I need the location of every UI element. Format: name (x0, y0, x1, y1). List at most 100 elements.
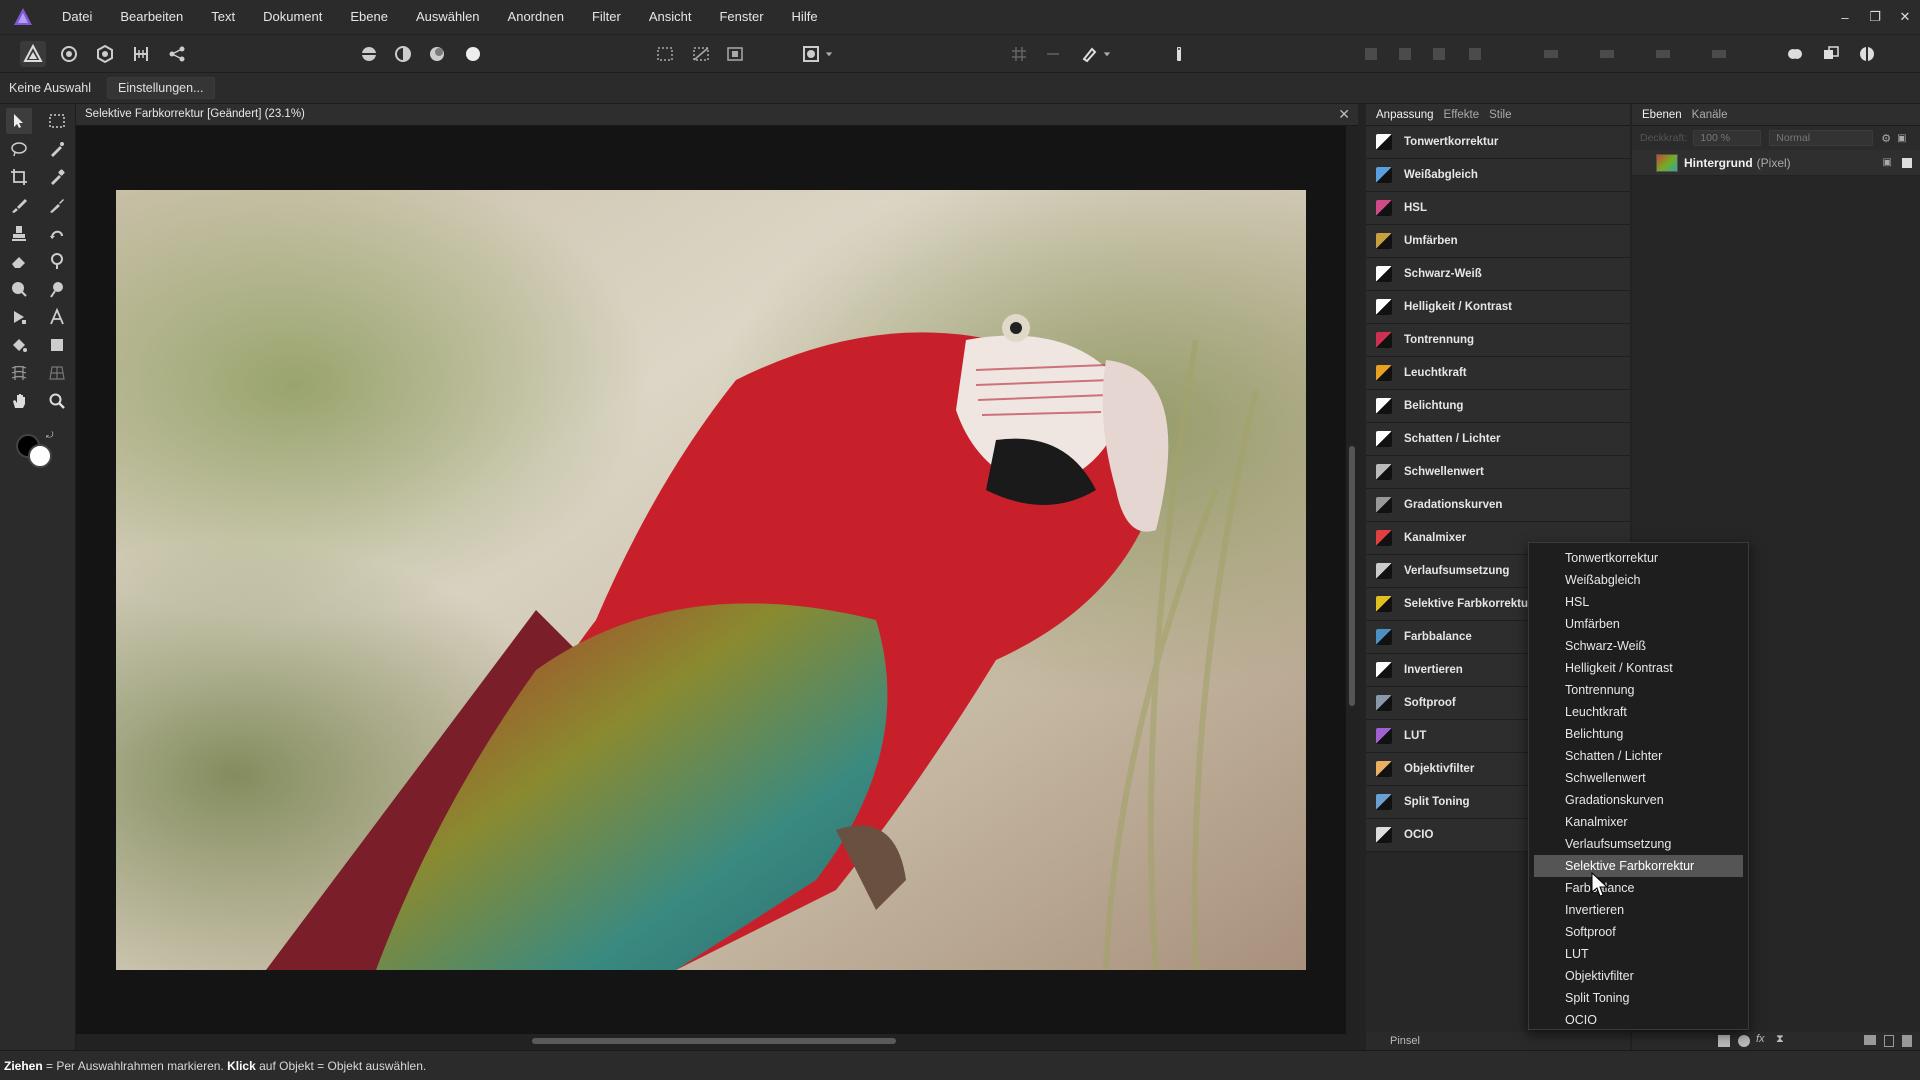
fx-icon[interactable]: fx (1756, 1033, 1765, 1045)
snap-options-icon[interactable] (1040, 41, 1066, 67)
tone-mapping-persona-icon[interactable] (128, 41, 154, 67)
assistant-icon[interactable] (1166, 41, 1192, 67)
dropdown-item[interactable]: Kanalmixer (1529, 811, 1748, 833)
document-tab[interactable]: Selektive Farbkorrektur [Geändert] (23.1… (76, 104, 1358, 126)
quick-mask-dropdown-icon[interactable] (822, 41, 836, 67)
tab-stile[interactable]: Stile (1489, 109, 1511, 121)
vertical-scrollbar-thumb[interactable] (1349, 446, 1355, 706)
blur-tool-icon[interactable] (6, 276, 32, 302)
blend-mode-dropdown[interactable]: Normal (1769, 130, 1874, 146)
arrange-forward-icon[interactable] (1426, 41, 1452, 67)
dropdown-item[interactable]: Schwellenwert (1529, 767, 1748, 789)
vertical-scrollbar[interactable] (1346, 126, 1358, 1034)
freehand-select-tool-icon[interactable] (6, 136, 32, 162)
dropdown-item[interactable]: Objektivfilter (1529, 965, 1748, 987)
auto-contrast-icon[interactable] (390, 41, 416, 67)
auto-levels-icon[interactable] (356, 41, 382, 67)
secondary-color-swatch[interactable] (28, 444, 52, 468)
transform-icon[interactable] (1650, 41, 1676, 67)
menu-ebene[interactable]: Ebene (336, 0, 402, 34)
dropdown-item[interactable]: Tontrennung (1529, 679, 1748, 701)
arrange-backward-icon[interactable] (1392, 41, 1418, 67)
adjustment-item[interactable]: Tontrennung (1366, 324, 1630, 357)
dropdown-item[interactable]: Split Toning (1529, 987, 1748, 1009)
live-filter-icon[interactable]: ⧗ (1776, 1033, 1784, 1046)
flip-icon[interactable] (1706, 41, 1732, 67)
menu-text[interactable]: Text (197, 0, 249, 34)
menu-ansicht[interactable]: Ansicht (635, 0, 706, 34)
boolean-add-icon[interactable] (1782, 41, 1808, 67)
menu-dokument[interactable]: Dokument (249, 0, 336, 34)
adjustment-item[interactable]: Schatten / Lichter (1366, 423, 1630, 456)
dropdown-item[interactable]: Softproof (1529, 921, 1748, 943)
dropdown-item[interactable]: Selektive Farbkorrektur (1534, 855, 1743, 877)
menu-filter[interactable]: Filter (578, 0, 635, 34)
settings-button[interactable]: Einstellungen... (107, 77, 215, 99)
canvas-area[interactable] (76, 126, 1346, 1034)
layer-lock-icon[interactable]: ▣ (1883, 157, 1892, 168)
dropdown-item[interactable]: Tonwertkorrektur (1529, 547, 1748, 569)
arrange-back-icon[interactable] (1358, 41, 1384, 67)
arrange-front-icon[interactable] (1462, 41, 1488, 67)
close-window-button[interactable]: ✕ (1890, 0, 1920, 34)
develop-persona-icon[interactable] (92, 41, 118, 67)
dropdown-item[interactable]: Leuchtkraft (1529, 701, 1748, 723)
mesh-warp-tool-icon[interactable] (6, 360, 32, 386)
menu-datei[interactable]: Datei (48, 0, 106, 34)
dropdown-item[interactable]: Gradationskurven (1529, 789, 1748, 811)
eraser-tool-icon[interactable] (6, 248, 32, 274)
clone-tool-icon[interactable] (6, 220, 32, 246)
perspective-tool-icon[interactable] (44, 360, 70, 386)
lock-icon[interactable]: ▣ (1897, 133, 1906, 144)
group-layers-icon[interactable] (1864, 1035, 1876, 1045)
menu-hilfe[interactable]: Hilfe (778, 0, 832, 34)
marquee-select-icon[interactable] (652, 41, 678, 67)
export-persona-icon[interactable] (164, 41, 190, 67)
deselect-icon[interactable] (688, 41, 714, 67)
horizontal-scrollbar-thumb[interactable] (532, 1038, 896, 1044)
layer-visibility-checkbox[interactable] (1902, 157, 1912, 168)
paint-brush-tool-icon[interactable] (6, 192, 32, 218)
swap-colors-icon[interactable]: ⤾ (46, 430, 54, 441)
dropdown-item[interactable]: Weißabgleich (1529, 569, 1748, 591)
dropdown-item[interactable]: OCIO (1529, 1009, 1748, 1031)
app-logo-icon[interactable] (12, 6, 34, 28)
dropdown-item[interactable]: Schatten / Lichter (1529, 745, 1748, 767)
parrot-photo[interactable] (116, 190, 1306, 970)
adjustment-item[interactable]: Umfärben (1366, 225, 1630, 258)
rect-marquee-tool-icon[interactable] (44, 108, 70, 134)
smudge-tool-icon[interactable] (44, 276, 70, 302)
text-tool-icon[interactable] (44, 304, 70, 330)
dropdown-item[interactable]: Invertieren (1529, 899, 1748, 921)
close-document-icon[interactable]: ✕ (1338, 106, 1350, 123)
adjustment-item[interactable]: Schwellenwert (1366, 456, 1630, 489)
quick-mask-icon[interactable] (798, 41, 824, 67)
tab-effekte[interactable]: Effekte (1444, 109, 1480, 121)
distribute-icon[interactable] (1594, 41, 1620, 67)
horizontal-scrollbar[interactable] (76, 1034, 1358, 1048)
node-tool-icon[interactable] (6, 304, 32, 330)
delete-layer-icon[interactable] (1902, 1035, 1912, 1047)
color-swatches[interactable]: ⤾ (16, 430, 60, 470)
minimize-button[interactable]: – (1830, 0, 1860, 34)
move-tool-icon[interactable] (6, 108, 32, 134)
dropdown-item[interactable]: HSL (1529, 591, 1748, 613)
snapping-magnet-icon[interactable] (1076, 41, 1102, 67)
dropdown-item[interactable]: Schwarz-Weiß (1529, 635, 1748, 657)
adjustment-layer-icon[interactable] (1738, 1035, 1750, 1047)
adjustment-item[interactable]: Schwarz-Weiß (1366, 258, 1630, 291)
dropdown-item[interactable]: Verlaufsumsetzung (1529, 833, 1748, 855)
adjustment-item[interactable]: HSL (1366, 192, 1630, 225)
undo-brush-tool-icon[interactable] (44, 220, 70, 246)
dropdown-item[interactable]: Belichtung (1529, 723, 1748, 745)
auto-white-balance-icon[interactable] (460, 41, 486, 67)
auto-colors-icon[interactable] (424, 41, 450, 67)
photo-persona-icon[interactable] (20, 41, 46, 67)
adjustment-item[interactable]: Weißabgleich (1366, 159, 1630, 192)
layer-settings-icon[interactable]: ⚙ (1881, 132, 1891, 145)
maximize-button[interactable]: ❐ (1860, 0, 1890, 34)
crop-tool-icon[interactable] (6, 164, 32, 190)
tab-ebenen[interactable]: Ebenen (1642, 109, 1682, 121)
align-icon[interactable] (1538, 41, 1564, 67)
adjustment-item[interactable]: Leuchtkraft (1366, 357, 1630, 390)
